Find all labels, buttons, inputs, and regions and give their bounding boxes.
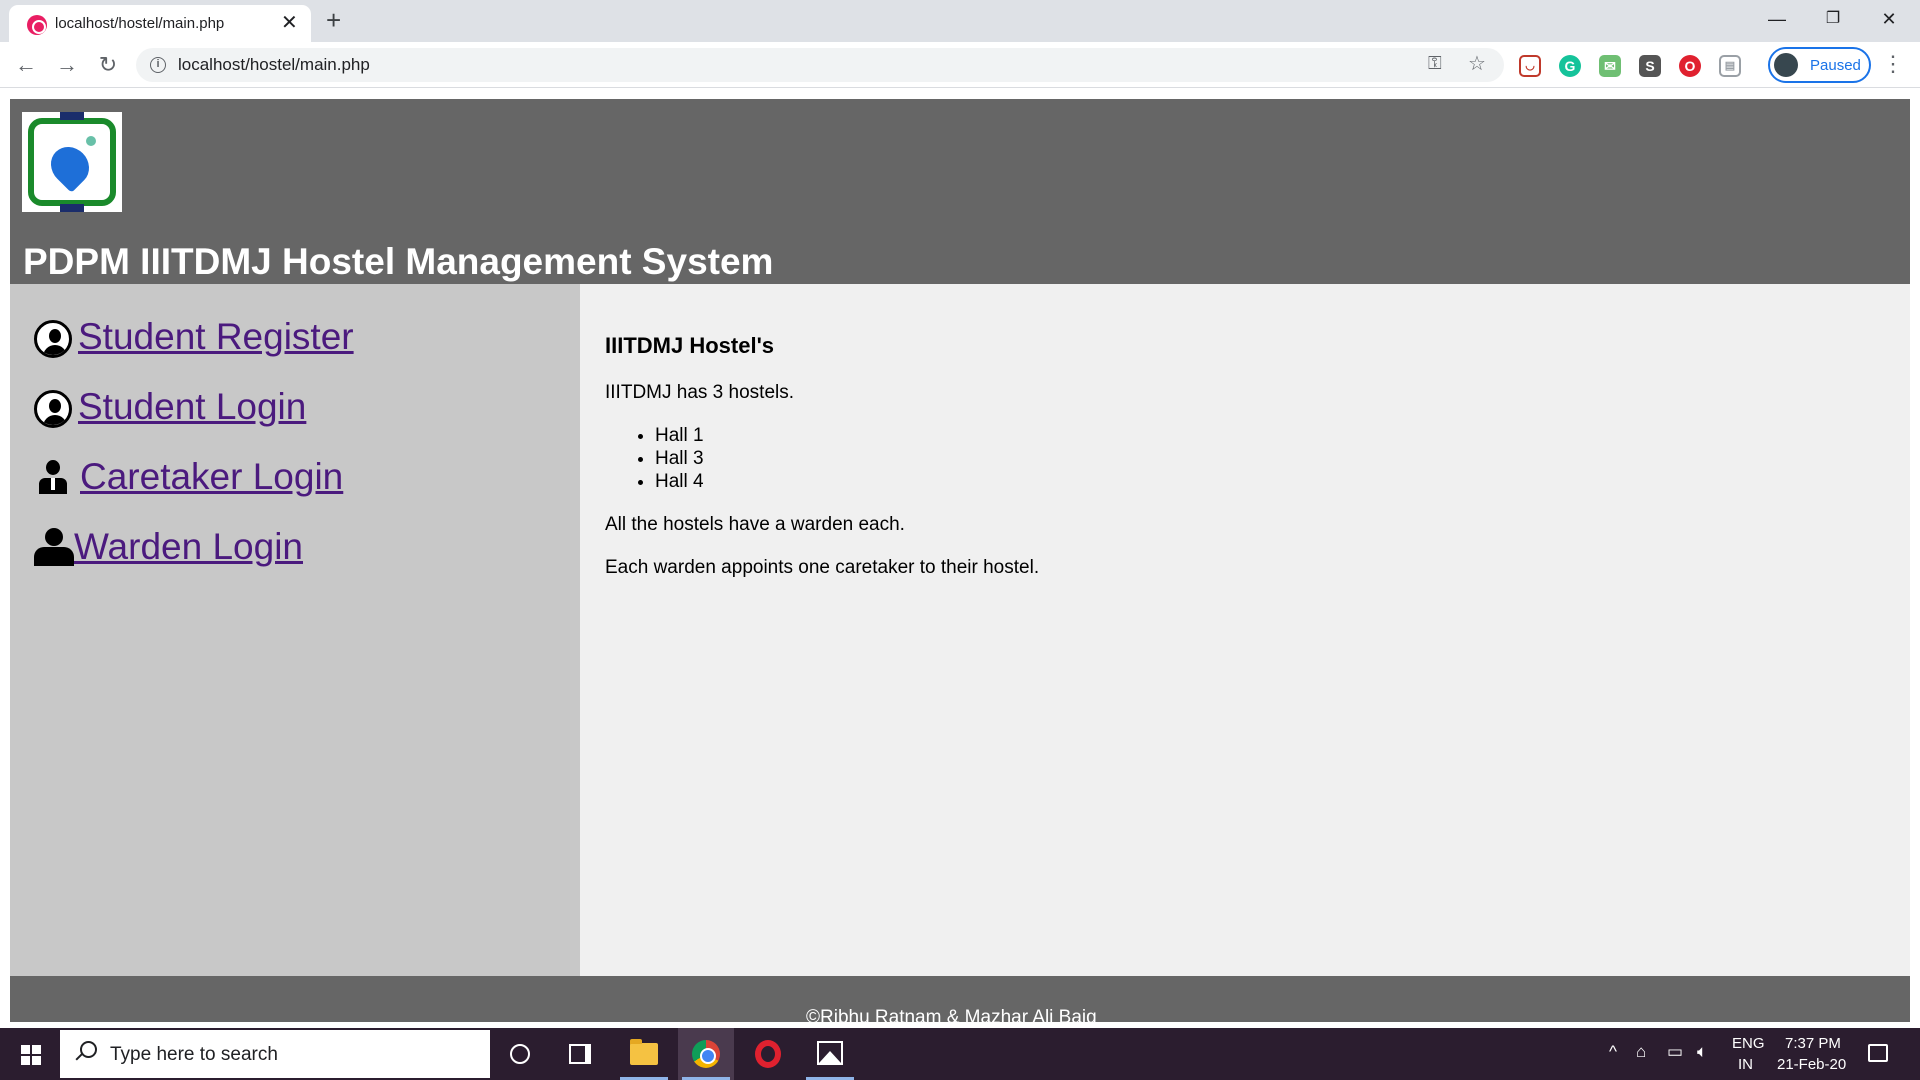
warden-login-label[interactable]: Warden Login xyxy=(74,526,303,568)
pocket-extension-icon[interactable]: ◡ xyxy=(1519,55,1541,77)
minimize-button[interactable]: — xyxy=(1754,4,1800,34)
list-item: Hall 3 xyxy=(655,447,704,470)
tab-strip: localhost/hostel/main.php ✕ + — ❐ ✕ xyxy=(0,0,1920,42)
student-register-link[interactable]: Student Register xyxy=(34,316,354,358)
more-menu-icon[interactable]: ⋮ xyxy=(1882,50,1904,78)
copy-extension-icon[interactable]: ▤ xyxy=(1719,55,1741,77)
logo-bar-bottom xyxy=(60,204,84,212)
clock-date[interactable]: 21-Feb-20 xyxy=(1777,1056,1846,1073)
warden-login-link[interactable]: Warden Login xyxy=(34,526,303,568)
url-text[interactable]: localhost/hostel/main.php xyxy=(178,55,370,75)
back-arrow-icon[interactable]: ← xyxy=(12,51,40,79)
list-item: Hall 4 xyxy=(655,470,704,493)
network-icon[interactable]: ⌂ xyxy=(1636,1042,1646,1062)
main-content: IIITDMJ Hostel's IIITDMJ has 3 hostels. … xyxy=(580,284,1910,976)
search-placeholder: Type here to search xyxy=(110,1044,278,1065)
profile-status: Paused xyxy=(1810,57,1861,74)
battery-icon[interactable]: ▭ xyxy=(1667,1042,1683,1062)
page-footer: ©Ribhu Ratnam & Mazhar Ali Baig xyxy=(10,976,1910,1022)
taskbar-search[interactable]: Type here to search xyxy=(60,1030,490,1078)
page-header: PDPM IIITDMJ Hostel Management System xyxy=(10,99,1910,284)
new-tab-button[interactable]: + xyxy=(326,6,341,34)
student-login-link[interactable]: Student Login xyxy=(34,386,306,428)
windows-taskbar: Type here to search ^ ⌂ ▭ 🔈︎ ENG IN 7:37… xyxy=(0,1028,1920,1080)
section-heading: IIITDMJ Hostel's xyxy=(605,333,775,358)
task-view-icon xyxy=(569,1044,591,1064)
student-register-label[interactable]: Student Register xyxy=(78,316,354,358)
language-top[interactable]: ENG xyxy=(1732,1035,1765,1052)
caretaker-login-label[interactable]: Caretaker Login xyxy=(80,456,343,498)
logo-dot xyxy=(86,136,96,146)
key-icon[interactable]: ⚿ xyxy=(1428,53,1442,74)
user-icon xyxy=(34,528,74,568)
notification-icon[interactable] xyxy=(1868,1044,1888,1062)
student-login-label[interactable]: Student Login xyxy=(78,386,306,428)
clock-time[interactable]: 7:37 PM xyxy=(1785,1035,1841,1052)
language-bottom[interactable]: IN xyxy=(1738,1056,1753,1073)
cortana-icon xyxy=(510,1044,530,1064)
opera-taskbar-button[interactable] xyxy=(740,1028,796,1080)
s-extension-icon[interactable]: S xyxy=(1639,55,1661,77)
xampp-favicon-icon xyxy=(27,15,47,35)
chrome-taskbar-button[interactable] xyxy=(678,1028,734,1080)
mail-extension-icon[interactable]: ✉ xyxy=(1599,55,1621,77)
caretaker-text: Each warden appoints one caretaker to th… xyxy=(605,557,1040,578)
avatar xyxy=(1774,53,1798,77)
photos-taskbar-button[interactable] xyxy=(802,1028,858,1080)
reload-icon[interactable]: ↻ xyxy=(94,51,122,79)
caretaker-login-link[interactable]: Caretaker Login xyxy=(34,456,343,498)
chevron-up-icon[interactable]: ^ xyxy=(1609,1042,1617,1062)
forward-arrow-icon[interactable]: → xyxy=(53,51,81,79)
copyright-text: ©Ribhu Ratnam & Mazhar Ali Baig xyxy=(806,1007,1097,1022)
opera-extension-icon[interactable]: O xyxy=(1679,55,1701,77)
profile-button[interactable]: Paused xyxy=(1768,47,1871,83)
folder-icon xyxy=(630,1039,658,1065)
sidebar-nav: Student Register Student Login Caretaker… xyxy=(10,284,580,976)
user-tie-icon xyxy=(34,458,74,498)
bookmark-star-icon[interactable]: ☆ xyxy=(1468,51,1486,76)
file-explorer-button[interactable] xyxy=(616,1028,672,1080)
browser-toolbar: ← → ↻ i localhost/hostel/main.php ⚿ ☆ ◡ … xyxy=(0,42,1920,88)
info-icon[interactable]: i xyxy=(150,57,166,73)
opera-icon xyxy=(755,1040,781,1068)
institute-logo xyxy=(22,112,122,212)
hall-list: Hall 1 Hall 3 Hall 4 xyxy=(655,424,704,493)
chrome-icon xyxy=(692,1040,720,1068)
intro-text: IIITDMJ has 3 hostels. xyxy=(605,382,795,403)
tab-title: localhost/hostel/main.php xyxy=(55,15,225,32)
task-view-button[interactable] xyxy=(552,1028,608,1080)
restore-button[interactable]: ❐ xyxy=(1810,4,1856,34)
search-icon xyxy=(74,1041,97,1061)
address-bar[interactable]: i localhost/hostel/main.php ⚿ ☆ xyxy=(136,48,1504,82)
user-circle-icon xyxy=(34,320,72,358)
user-circle-icon xyxy=(34,390,72,428)
cortana-button[interactable] xyxy=(492,1028,548,1080)
windows-logo-icon xyxy=(21,1045,41,1065)
volume-icon[interactable]: 🔈︎ xyxy=(1697,1042,1707,1062)
grammarly-extension-icon[interactable]: G xyxy=(1559,55,1581,77)
site-title: PDPM IIITDMJ Hostel Management System xyxy=(23,241,774,282)
photos-icon xyxy=(817,1041,843,1065)
start-button[interactable] xyxy=(0,1028,60,1080)
browser-tab[interactable]: localhost/hostel/main.php ✕ xyxy=(9,5,311,42)
logo-bar-top xyxy=(60,112,84,120)
list-item: Hall 1 xyxy=(655,424,704,447)
warden-text: All the hostels have a warden each. xyxy=(605,514,905,535)
close-window-button[interactable]: ✕ xyxy=(1866,4,1912,34)
tab-close-icon[interactable]: ✕ xyxy=(281,11,298,35)
